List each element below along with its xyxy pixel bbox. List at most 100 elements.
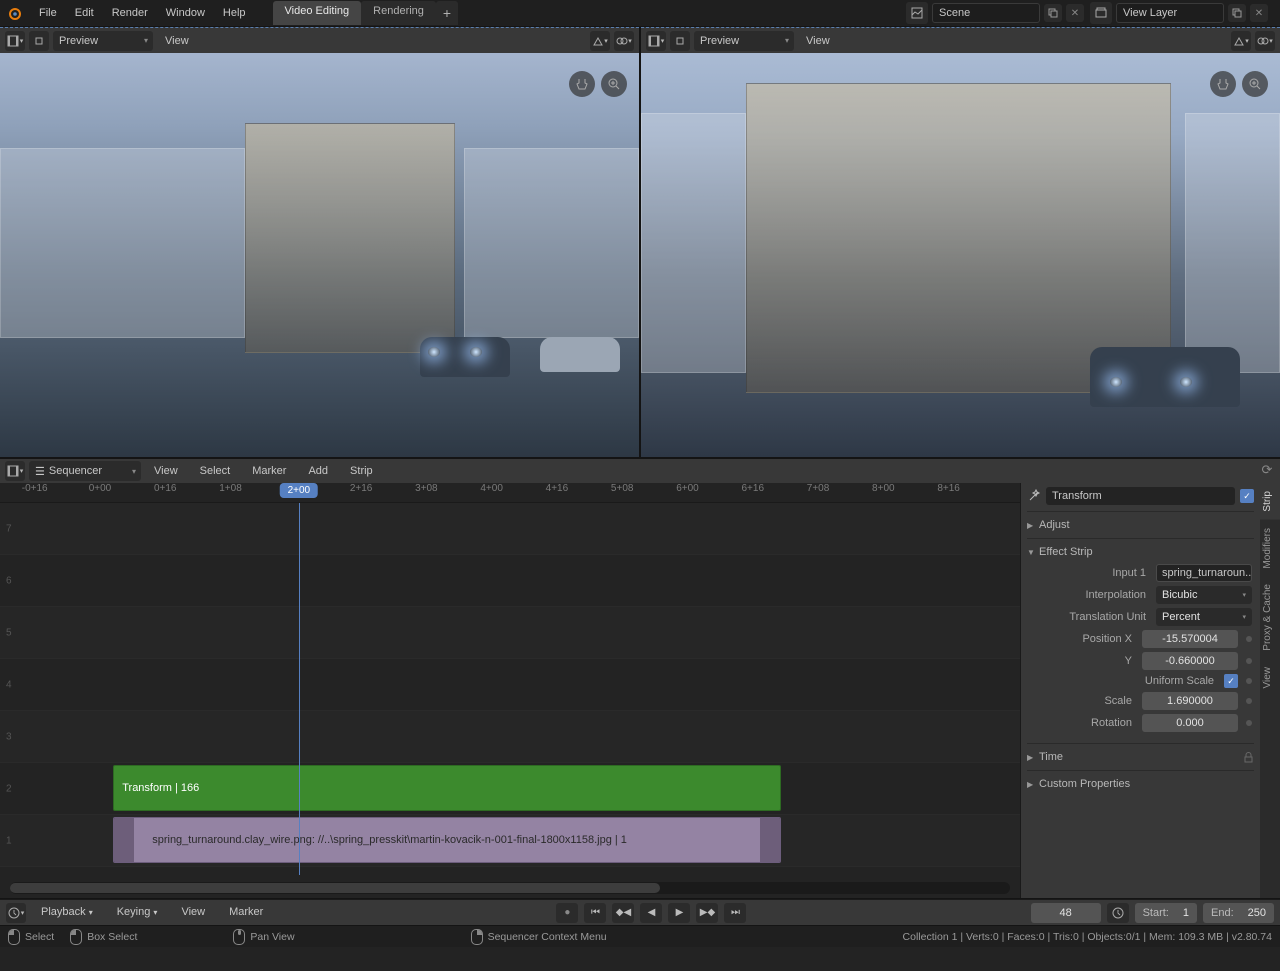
workspace-tabs: Video Editing Rendering + bbox=[273, 1, 458, 25]
workspace-tab-rendering[interactable]: Rendering bbox=[361, 1, 436, 25]
pan-icon[interactable] bbox=[1210, 71, 1236, 97]
seq-menu-marker[interactable]: Marker bbox=[243, 458, 295, 485]
timecode-icon[interactable] bbox=[1107, 903, 1129, 923]
preview-channels-icon[interactable]: ▾ bbox=[590, 31, 610, 51]
panel-time-header[interactable]: ▶Time bbox=[1027, 749, 1254, 765]
label: Position X bbox=[1037, 633, 1138, 645]
preview-mode-select[interactable]: Preview bbox=[53, 31, 153, 51]
tick: 0+16 bbox=[154, 483, 177, 494]
mouse-left-icon bbox=[70, 929, 82, 945]
status-context-menu: Sequencer Context Menu bbox=[488, 931, 607, 943]
workspace-tab-video-editing[interactable]: Video Editing bbox=[273, 1, 362, 25]
strip-image[interactable]: spring_turnaround.clay_wire.png: //..\sp… bbox=[113, 817, 781, 863]
lock-icon[interactable] bbox=[1243, 752, 1254, 763]
preview-menu-view[interactable]: View bbox=[806, 35, 830, 47]
menu-edit[interactable]: Edit bbox=[66, 0, 103, 27]
playhead[interactable] bbox=[299, 503, 300, 875]
tab-strip[interactable]: Strip bbox=[1260, 483, 1280, 520]
strip-transform[interactable]: Transform | 166 bbox=[113, 765, 781, 811]
menu-help[interactable]: Help bbox=[214, 0, 255, 27]
keyframe-next-button[interactable]: ▶◆ bbox=[696, 903, 718, 923]
pan-icon[interactable] bbox=[569, 71, 595, 97]
playback-menu[interactable]: Playback ▾ bbox=[32, 899, 102, 926]
workspace-tab-add[interactable]: + bbox=[436, 1, 458, 25]
seq-menu-add[interactable]: Add bbox=[299, 458, 337, 485]
menu-file[interactable]: File bbox=[30, 0, 66, 27]
view-menu[interactable]: View bbox=[172, 899, 214, 926]
menu-window[interactable]: Window bbox=[157, 0, 214, 27]
pin-icon[interactable] bbox=[670, 31, 690, 51]
preview-menu-view[interactable]: View bbox=[165, 35, 189, 47]
scene-browse-icon[interactable] bbox=[906, 2, 928, 24]
keyframe-dot[interactable] bbox=[1246, 636, 1252, 642]
sequencer-mode-select[interactable]: ☰Sequencer bbox=[29, 461, 141, 481]
seq-menu-select[interactable]: Select bbox=[191, 458, 240, 485]
sequencer-header: ▾ ☰Sequencer View Select Marker Add Stri… bbox=[0, 459, 1280, 483]
panel-custom-header[interactable]: ▶Custom Properties bbox=[1027, 776, 1254, 792]
refresh-icon[interactable]: ⟳ bbox=[1258, 461, 1276, 479]
time-ruler[interactable]: -0+16 0+00 0+16 1+08 2+00 2+16 3+08 4+00… bbox=[0, 483, 1020, 503]
timeline[interactable]: -0+16 0+00 0+16 1+08 2+00 2+16 3+08 4+00… bbox=[0, 483, 1020, 898]
preview-overlay-icon[interactable]: ▾ bbox=[1255, 31, 1275, 51]
marker-menu[interactable]: Marker bbox=[220, 899, 272, 926]
seq-menu-view[interactable]: View bbox=[145, 458, 187, 485]
scale-field[interactable]: 1.690000 bbox=[1142, 692, 1238, 710]
label: Input 1 bbox=[1037, 567, 1152, 579]
preview-mode-select[interactable]: Preview bbox=[694, 31, 794, 51]
tracks[interactable]: 7 6 5 4 3 2 1 Transform | 166 spring_tur… bbox=[0, 503, 1020, 875]
jump-end-button[interactable]: ⏭ bbox=[724, 903, 746, 923]
editor-type-icon[interactable]: ▾ bbox=[646, 31, 666, 51]
jump-start-button[interactable]: ⏮ bbox=[584, 903, 606, 923]
keyframe-dot[interactable] bbox=[1246, 698, 1252, 704]
keyframe-dot[interactable] bbox=[1246, 720, 1252, 726]
keyframe-dot[interactable] bbox=[1246, 658, 1252, 664]
editor-type-icon[interactable]: ▾ bbox=[6, 903, 26, 923]
zoom-icon[interactable] bbox=[601, 71, 627, 97]
position-x-field[interactable]: -15.570004 bbox=[1142, 630, 1238, 648]
strip-mute-toggle[interactable]: ✓ bbox=[1240, 489, 1254, 503]
top-menubar: File Edit Render Window Help Video Editi… bbox=[0, 0, 1280, 27]
editor-type-icon[interactable]: ▾ bbox=[5, 31, 25, 51]
playhead-label[interactable]: 2+00 bbox=[280, 483, 319, 498]
end-frame-field[interactable]: End:250 bbox=[1203, 903, 1274, 923]
panel-adjust-header[interactable]: ▶Adjust bbox=[1027, 517, 1254, 533]
preview-left-canvas[interactable] bbox=[0, 53, 639, 457]
preview-overlay-icon[interactable]: ▾ bbox=[614, 31, 634, 51]
viewlayer-delete-button[interactable]: ✕ bbox=[1250, 4, 1268, 22]
play-button[interactable]: ▶ bbox=[668, 903, 690, 923]
keyframe-dot[interactable] bbox=[1246, 678, 1252, 684]
scene-name-input[interactable] bbox=[932, 3, 1040, 23]
pin-icon[interactable] bbox=[29, 31, 49, 51]
preview-channels-icon[interactable]: ▾ bbox=[1231, 31, 1251, 51]
preview-right-canvas[interactable] bbox=[641, 53, 1280, 457]
translation-unit-select[interactable]: Percent bbox=[1156, 608, 1252, 626]
strip-name-field[interactable]: Transform bbox=[1046, 487, 1235, 505]
scene-delete-button[interactable]: ✕ bbox=[1066, 4, 1084, 22]
keyframe-prev-button[interactable]: ◆◀ bbox=[612, 903, 634, 923]
timeline-scrollbar[interactable] bbox=[10, 882, 1010, 894]
scene-new-button[interactable] bbox=[1044, 4, 1062, 22]
position-y-field[interactable]: -0.660000 bbox=[1142, 652, 1238, 670]
auto-keying-button[interactable]: ● bbox=[556, 903, 578, 923]
viewlayer-name-input[interactable] bbox=[1116, 3, 1224, 23]
seq-menu-strip[interactable]: Strip bbox=[341, 458, 382, 485]
panel-effect-header[interactable]: ▼Effect Strip bbox=[1027, 544, 1254, 560]
uniform-scale-checkbox[interactable]: ✓ bbox=[1224, 674, 1238, 688]
menu-render[interactable]: Render bbox=[103, 0, 157, 27]
tab-proxy-cache[interactable]: Proxy & Cache bbox=[1260, 576, 1280, 659]
tick: 6+00 bbox=[676, 483, 699, 494]
keying-menu[interactable]: Keying ▾ bbox=[108, 899, 167, 926]
rotation-field[interactable]: 0.000 bbox=[1142, 714, 1238, 732]
tab-modifiers[interactable]: Modifiers bbox=[1260, 520, 1280, 577]
zoom-icon[interactable] bbox=[1242, 71, 1268, 97]
current-frame-field[interactable]: 48 bbox=[1031, 903, 1101, 923]
viewlayer-browse-icon[interactable] bbox=[1090, 2, 1112, 24]
tab-view[interactable]: View bbox=[1260, 659, 1280, 697]
input1-field[interactable]: spring_turnaroun.. bbox=[1156, 564, 1252, 582]
interpolation-select[interactable]: Bicubic bbox=[1156, 586, 1252, 604]
start-frame-field[interactable]: Start:1 bbox=[1135, 903, 1197, 923]
play-reverse-button[interactable]: ◀ bbox=[640, 903, 662, 923]
viewlayer-new-button[interactable] bbox=[1228, 4, 1246, 22]
editor-type-icon[interactable]: ▾ bbox=[5, 461, 25, 481]
label: Interpolation bbox=[1037, 589, 1152, 601]
